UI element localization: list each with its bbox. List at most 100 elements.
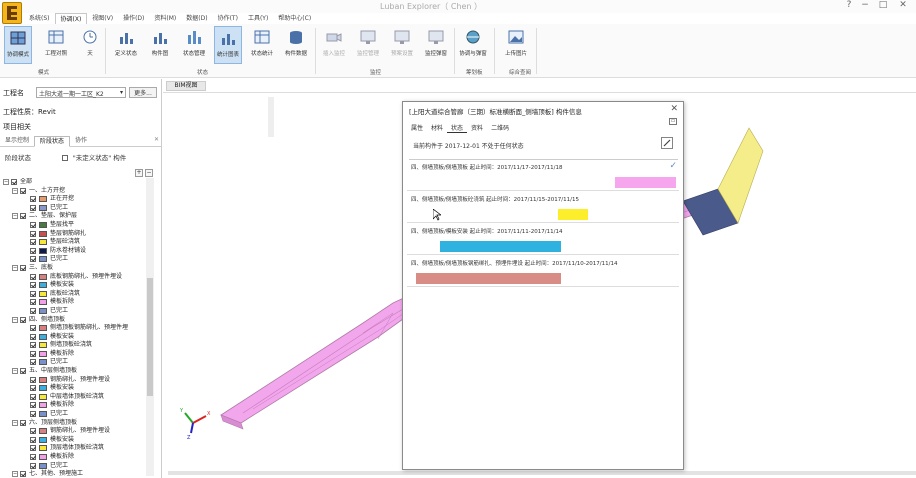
ribbon-button[interactable]: 状态管理 [180, 26, 208, 64]
tree-node[interactable]: 已完工 [3, 410, 145, 419]
tree-node[interactable]: 防水卷材铺设 [3, 247, 145, 256]
tree-checkbox[interactable] [30, 462, 36, 469]
scrollbar-thumb[interactable] [147, 278, 153, 396]
tree-node[interactable]: 模板安装 [3, 281, 145, 290]
app-logo-icon[interactable] [2, 2, 22, 24]
tree-node[interactable]: 模板拆除 [3, 350, 145, 359]
tree-node[interactable]: 侧墙顶板砼浇筑 [3, 341, 145, 350]
tree-checkbox[interactable] [30, 230, 36, 237]
tree-checkbox[interactable] [20, 368, 26, 375]
ribbon-button[interactable]: 构件数据 [282, 26, 310, 64]
tree-checkbox[interactable] [20, 264, 26, 271]
menu-item[interactable]: 操作(D) [118, 13, 149, 24]
tree-node[interactable]: 钢筋绑扎、预埋件埋设 [3, 427, 145, 436]
tree-checkbox[interactable] [30, 307, 36, 314]
tree-checkbox[interactable] [30, 342, 36, 349]
tree-checkbox[interactable] [30, 393, 36, 400]
tree-checkbox[interactable] [30, 376, 36, 383]
collapse-handle[interactable] [268, 97, 274, 137]
axis-gizmo-icon[interactable]: Y X Z [179, 408, 211, 441]
tree-checkbox[interactable] [30, 359, 36, 366]
menu-item[interactable]: 系统(S) [24, 13, 55, 24]
tree-checkbox[interactable] [20, 187, 26, 194]
tree-node[interactable]: 模板安装 [3, 384, 145, 393]
dialog-tab[interactable]: 属性 [407, 123, 427, 133]
close-button[interactable]: ✕ [894, 0, 912, 10]
ribbon-button[interactable]: 监控管理 [354, 26, 382, 64]
ribbon-button[interactable]: 工程对照 [42, 26, 70, 64]
tree-node[interactable]: 已完工 [3, 255, 145, 264]
menu-item[interactable]: 工具(Y) [243, 13, 273, 24]
menu-item[interactable]: 数据(D) [181, 13, 212, 24]
tree-node[interactable]: 模板安装 [3, 333, 145, 342]
tree-checkbox[interactable] [30, 256, 36, 263]
panel-collapse-bar[interactable] [0, 79, 162, 85]
ribbon-button[interactable]: 监控弹窗 [422, 26, 450, 64]
tree-checkbox[interactable] [30, 333, 36, 340]
view-scrollbar[interactable] [168, 471, 916, 475]
tree-node[interactable]: 垫层砼浇筑 [3, 238, 145, 247]
ribbon-button[interactable]: 协调与弹窗 [459, 26, 487, 64]
dialog-tab[interactable]: 状态 [447, 123, 468, 133]
tree-node[interactable]: 模板拆除 [3, 298, 145, 307]
tree-checkbox[interactable] [30, 454, 36, 460]
tree-node[interactable]: 已完工 [3, 462, 145, 471]
tree-checkbox[interactable] [30, 196, 36, 203]
tree-checkbox[interactable] [30, 411, 36, 418]
pin-icon[interactable]: ▭ [669, 118, 677, 125]
left-panel-tab[interactable]: 显示控制 [0, 136, 34, 147]
tree-node[interactable]: − 六、顶层侧墙顶板 [3, 419, 145, 428]
tree-checkbox[interactable] [20, 316, 26, 323]
tree-node[interactable]: 已完工 [3, 307, 145, 316]
tree-node[interactable]: 垫层找平 [3, 221, 145, 230]
menu-item[interactable]: 资料(M) [149, 13, 181, 24]
tree-checkbox[interactable] [20, 419, 26, 426]
filter-checkbox[interactable] [61, 154, 68, 161]
ribbon-button[interactable]: 状态统计 [248, 26, 276, 64]
edit-icon[interactable] [661, 137, 673, 149]
dialog-close-icon[interactable]: ✕ [670, 104, 678, 114]
close-icon[interactable]: ✕ [154, 136, 159, 143]
tree-checkbox[interactable] [30, 299, 36, 306]
tree-node[interactable]: 模板拆除 [3, 453, 145, 462]
tree-checkbox[interactable] [20, 213, 26, 220]
tree-checkbox[interactable] [30, 273, 36, 280]
tree-node[interactable]: 顶层墙体顶板砼浇筑 [3, 444, 145, 453]
tree-checkbox[interactable] [11, 179, 17, 185]
dialog-tab[interactable]: 材料 [427, 123, 447, 133]
tree-node[interactable]: 已完工 [3, 358, 145, 367]
tree-checkbox[interactable] [30, 428, 36, 435]
tree-checkbox[interactable] [20, 471, 26, 477]
menu-item[interactable]: 协调(X) [54, 13, 88, 24]
ribbon-button[interactable]: 插入监控 [320, 26, 348, 64]
project-select[interactable]: 土阳大道一期一工区_K2 ▾ [36, 87, 126, 98]
dialog-tab[interactable]: 二维码 [487, 123, 513, 133]
tree-checkbox[interactable] [30, 402, 36, 409]
tree-scrollbar[interactable] [146, 178, 154, 476]
tree-node[interactable]: 中层墙体顶板砼浇筑 [3, 393, 145, 402]
tree-checkbox[interactable] [30, 290, 36, 297]
tree-node[interactable]: 底板砼浇筑 [3, 290, 145, 299]
tree-checkbox[interactable] [30, 445, 36, 452]
collapse-all-button[interactable]: − [145, 169, 153, 177]
tree-checkbox[interactable] [30, 350, 36, 357]
tree-node[interactable]: − 七、其他、预埋施工 [3, 470, 145, 477]
tree-checkbox[interactable] [30, 204, 36, 211]
expand-all-button[interactable]: + [135, 169, 143, 177]
left-panel-tab[interactable]: 阶段状态 [34, 136, 71, 147]
tree-node[interactable]: − 一、土方开挖 [3, 187, 145, 196]
tree-expander-icon[interactable]: − [12, 368, 18, 375]
tree-node[interactable]: 垫层钢筋绑扎 [3, 230, 145, 239]
tree-node[interactable]: 模板拆除 [3, 401, 145, 410]
ribbon-button[interactable]: 预案设置 [388, 26, 416, 64]
tree-node[interactable]: 侧墙顶板钢筋绑扎、预埋件埋 [3, 324, 145, 333]
tree-checkbox[interactable] [30, 239, 36, 246]
tree-node[interactable]: − 二、垫层、保护层 [3, 212, 145, 221]
tree-checkbox[interactable] [30, 385, 36, 392]
tree-node[interactable]: 钢筋绑扎、预埋件埋设 [3, 376, 145, 385]
tree-expander-icon[interactable]: − [12, 471, 18, 477]
tree-node[interactable]: 底板钢筋绑扎、预埋件埋设 [3, 273, 145, 282]
tree-expander-icon[interactable]: − [12, 419, 18, 426]
tree-expander-icon[interactable]: − [3, 179, 9, 185]
tree-node[interactable]: − 三、底板 [3, 264, 145, 273]
